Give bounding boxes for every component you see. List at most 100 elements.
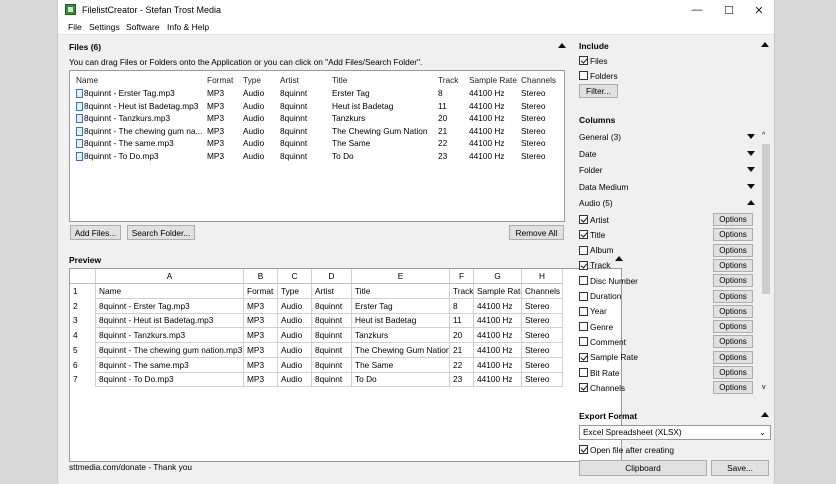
file-row[interactable]: 8quinnt - The chewing gum na... MP3 Audio 8…: [70, 126, 564, 138]
columns-scrollbar[interactable]: [761, 134, 771, 394]
grid-cell[interactable]: Audio: [278, 298, 312, 314]
file-row[interactable]: 8quinnt - To Do.mp3 MP3 Audio 8quinnt To Do 2…: [70, 151, 564, 163]
checkbox-box[interactable]: [579, 306, 588, 316]
grid-cell[interactable]: 44100 Hz: [474, 298, 522, 314]
column-group[interactable]: General (3): [579, 132, 621, 142]
grid-row-number[interactable]: 6: [70, 357, 96, 373]
col-header-title[interactable]: Title: [332, 75, 347, 85]
grid-cell[interactable]: 44100 Hz: [474, 313, 522, 329]
checkbox-box[interactable]: [579, 56, 588, 65]
grid-col-header[interactable]: D: [312, 269, 352, 284]
scrollbar-thumb[interactable]: [762, 144, 770, 294]
scroll-up-icon[interactable]: ^: [762, 132, 765, 139]
grid-corner[interactable]: [70, 269, 96, 284]
checkbox-box[interactable]: [579, 352, 588, 362]
file-row[interactable]: 8quinnt - Heut ist Badetag.mp3 MP3 Audio 8q…: [70, 101, 564, 113]
grid-cell[interactable]: 8quinnt: [312, 342, 352, 358]
grid-row-number[interactable]: 7: [70, 372, 96, 388]
filter-button[interactable]: Filter...: [579, 84, 618, 98]
col-header-name[interactable]: Name: [76, 75, 98, 85]
options-button[interactable]: Options: [713, 366, 753, 379]
menu-info-help[interactable]: Info & Help: [167, 22, 209, 32]
file-list[interactable]: Name Format Type Artist Title Track Samp…: [69, 70, 565, 222]
grid-cell[interactable]: Tanzkurs: [352, 328, 450, 344]
include-folders-checkbox[interactable]: Folders: [579, 69, 618, 82]
grid-cell[interactable]: 8quinnt: [312, 357, 352, 373]
clipboard-button[interactable]: Clipboard: [579, 460, 707, 476]
grid-cell[interactable]: 44100 Hz: [474, 372, 522, 388]
audio-column-checkbox[interactable]: Genre: [579, 320, 613, 333]
column-group[interactable]: Audio (5): [579, 198, 613, 208]
grid-cell[interactable]: The Chewing Gum Nation: [352, 342, 450, 358]
grid-cell[interactable]: Track: [450, 284, 474, 299]
expand-icon[interactable]: [747, 167, 755, 172]
grid-cell[interactable]: Audio: [278, 328, 312, 344]
grid-cell[interactable]: Stereo: [522, 342, 563, 358]
options-button[interactable]: Options: [713, 258, 753, 272]
grid-cell[interactable]: Channels: [522, 284, 563, 299]
grid-cell[interactable]: 44100 Hz: [474, 342, 522, 358]
options-button[interactable]: Options: [713, 213, 753, 226]
grid-col-header[interactable]: E: [352, 269, 450, 284]
grid-cell[interactable]: Stereo: [522, 298, 563, 314]
options-button[interactable]: Options: [713, 304, 753, 318]
options-button[interactable]: Options: [713, 381, 753, 395]
grid-col-header[interactable]: G: [474, 269, 522, 284]
grid-col-header[interactable]: H: [522, 269, 563, 284]
col-header-channels[interactable]: Channels: [521, 75, 556, 85]
grid-cell[interactable]: 8quinnt: [312, 328, 352, 344]
grid-cell[interactable]: 22: [450, 357, 474, 373]
grid-row[interactable]: 2 8quinnt - Erster Tag.mp3 MP3 Audio 8quinnt…: [70, 298, 563, 314]
grid-cell[interactable]: Stereo: [522, 328, 563, 344]
grid-col-header[interactable]: C: [278, 269, 312, 284]
grid-row-number[interactable]: 3: [70, 313, 96, 329]
grid-cell[interactable]: Audio: [278, 313, 312, 329]
grid-cell[interactable]: Type: [278, 284, 312, 299]
grid-cell[interactable]: Name: [96, 284, 244, 299]
grid-col-header[interactable]: B: [244, 269, 278, 284]
audio-column-checkbox[interactable]: Duration: [579, 290, 621, 303]
audio-column-checkbox[interactable]: Disc Number: [579, 274, 638, 287]
col-header-track[interactable]: Track: [438, 75, 458, 85]
checkbox-box[interactable]: [579, 230, 588, 240]
grid-cell[interactable]: 8: [450, 298, 474, 314]
grid-cell[interactable]: Format: [244, 284, 278, 299]
grid-cell[interactable]: Audio: [278, 342, 312, 358]
options-button[interactable]: Options: [713, 335, 753, 349]
audio-column-checkbox[interactable]: Bit Rate: [579, 366, 620, 379]
grid-cell[interactable]: 8quinnt - Tanzkurs.mp3: [96, 328, 244, 344]
grid-cell[interactable]: MP3: [244, 357, 278, 373]
grid-cell[interactable]: 8quinnt - Erster Tag.mp3: [96, 298, 244, 314]
col-header-format[interactable]: Format: [207, 75, 233, 85]
col-header-artist[interactable]: Artist: [280, 75, 299, 85]
grid-cell[interactable]: 8quinnt: [312, 298, 352, 314]
grid-row[interactable]: 3 8quinnt - Heut ist Badetag.mp3 MP3 Audio 8…: [70, 313, 563, 329]
grid-cell[interactable]: 8quinnt - The chewing gum nation.mp3: [96, 342, 244, 358]
expand-icon[interactable]: [747, 183, 755, 189]
grid-cell[interactable]: Title: [352, 284, 450, 299]
open-after-creating-checkbox[interactable]: Open file after creating: [579, 443, 674, 456]
include-collapse-icon[interactable]: [761, 42, 769, 47]
grid-cell[interactable]: MP3: [244, 298, 278, 314]
file-row[interactable]: 8quinnt - The same.mp3 MP3 Audio 8quinnt The…: [70, 138, 564, 150]
options-button[interactable]: Options: [713, 274, 753, 288]
minimize-button[interactable]: —: [682, 0, 712, 20]
status-text[interactable]: sttmedia.com/donate - Thank you: [69, 462, 192, 472]
grid-row[interactable]: 6 8quinnt - The same.mp3 MP3 Audio 8quinnt Th…: [70, 357, 563, 373]
grid-row-number[interactable]: 2: [70, 298, 96, 314]
grid-row[interactable]: 4 8quinnt - Tanzkurs.mp3 MP3 Audio 8quinnt Ta…: [70, 328, 563, 344]
file-row[interactable]: 8quinnt - Tanzkurs.mp3 MP3 Audio 8quinnt Tan…: [70, 113, 564, 125]
grid-cell[interactable]: Stereo: [522, 372, 563, 388]
grid-row-number[interactable]: 5: [70, 342, 96, 358]
options-button[interactable]: Options: [713, 350, 753, 364]
audio-column-checkbox[interactable]: Album: [579, 244, 614, 257]
column-group[interactable]: Date: [579, 149, 597, 159]
grid-cell[interactable]: 8quinnt - The same.mp3: [96, 357, 244, 373]
audio-column-checkbox[interactable]: Title: [579, 228, 605, 241]
col-header-type[interactable]: Type: [243, 75, 261, 85]
col-header-sample-rate[interactable]: Sample Rate: [469, 75, 517, 85]
grid-cell[interactable]: Artist: [312, 284, 352, 299]
export-format-select[interactable]: Excel Spreadsheet (XLSX) ⌄: [579, 425, 771, 440]
grid-col-header[interactable]: F: [450, 269, 474, 284]
grid-cell[interactable]: Audio: [278, 357, 312, 373]
